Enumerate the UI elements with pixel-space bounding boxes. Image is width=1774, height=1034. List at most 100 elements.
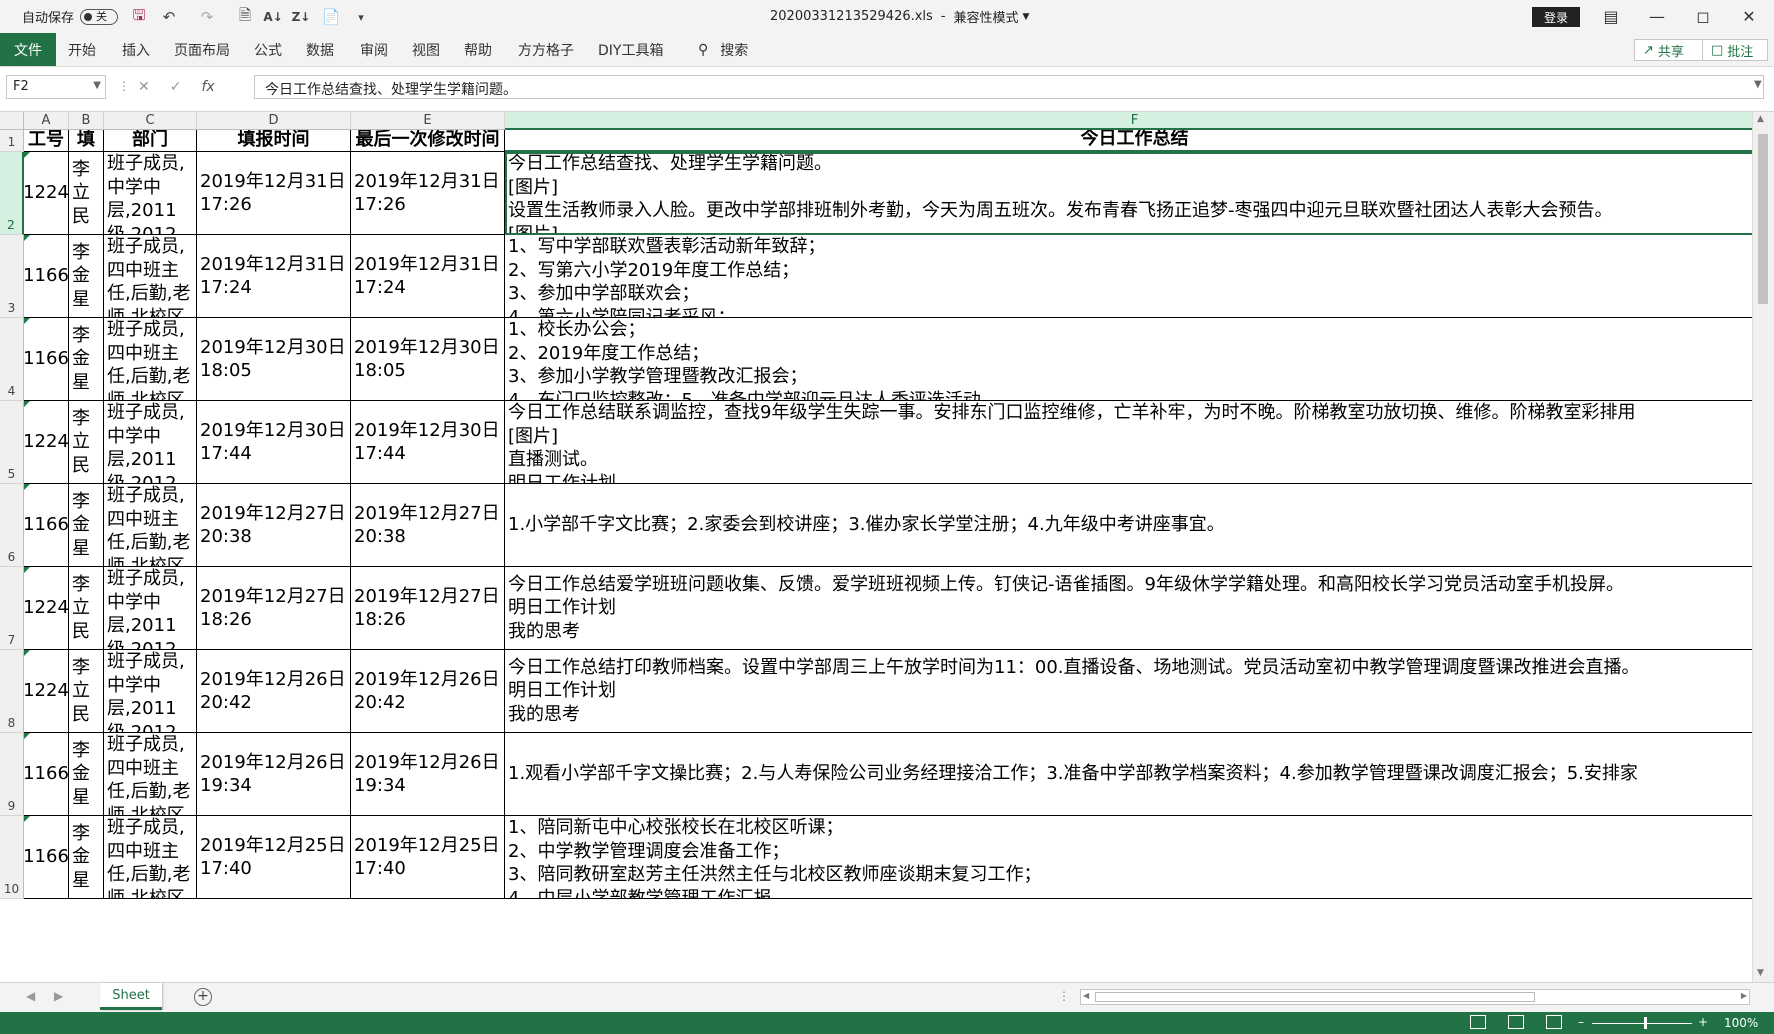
cell-c[interactable]: 班子成员, 四中班主 任,后勤,老 师,北校区: [104, 733, 197, 816]
cell-e[interactable]: 2019年12月31日 17:26: [351, 152, 505, 235]
tab-help[interactable]: 帮助: [464, 33, 492, 66]
scroll-down-icon[interactable]: ▼: [1757, 968, 1764, 978]
cell-a[interactable]: 1224: [24, 567, 69, 650]
cell-f[interactable]: 1、校长办公会； 2、2019年度工作总结； 3、参加小学教学管理暨教改汇报会；…: [505, 318, 1752, 401]
zoom-slider[interactable]: [1592, 1023, 1692, 1024]
worksheet-grid[interactable]: A B C D E F 1 工号填部门 填报时间 最后一次修改时间 今日工作总结 2 1224 李 立 民…: [0, 112, 1752, 982]
customize-icon[interactable]: ▾: [350, 6, 372, 28]
row-header[interactable]: 3: [0, 235, 24, 318]
sheet-tab-active[interactable]: Sheet: [100, 983, 162, 1010]
tab-home[interactable]: 开始: [68, 33, 96, 66]
scroll-up-icon[interactable]: ▲: [1757, 114, 1764, 124]
select-all-corner[interactable]: [0, 112, 24, 130]
cell-e[interactable]: 2019年12月26日 19:34: [351, 733, 505, 816]
cell-b[interactable]: 李 立 民: [69, 567, 104, 650]
row-header[interactable]: 6: [0, 484, 24, 567]
cell-e[interactable]: 2019年12月27日 18:26: [351, 567, 505, 650]
search-box[interactable]: ⚲ 搜索: [698, 33, 748, 66]
name-box[interactable]: F2 ▼: [6, 75, 106, 99]
cell-a[interactable]: 1166: [24, 318, 69, 401]
cell-d[interactable]: 2019年12月30日 17:44: [197, 401, 351, 484]
header-cell-a[interactable]: 工号: [24, 130, 69, 152]
chevron-down-icon[interactable]: ▼: [93, 80, 101, 91]
cell-c[interactable]: 班子成员, 四中班主 任,后勤,老 师,北校区: [104, 318, 197, 401]
cell-c[interactable]: 班子成员, 四中班主 任,后勤,老 师,北校区: [104, 235, 197, 318]
expand-formula-icon[interactable]: ▼: [1754, 79, 1762, 90]
cell-d[interactable]: 2019年12月25日 17:40: [197, 816, 351, 899]
next-sheet-icon[interactable]: ▶: [54, 989, 63, 1003]
cell-d[interactable]: 2019年12月27日 20:38: [197, 484, 351, 567]
cell-c[interactable]: 班子成员, 四中班主 任,后勤,老 师,北校区: [104, 816, 197, 899]
row-header-1[interactable]: 1: [0, 130, 24, 152]
cell-b[interactable]: 李 金 星: [69, 318, 104, 401]
cell-c[interactable]: 班子成员, 中学中 层,2011 级,2012: [104, 152, 197, 235]
column-header-f[interactable]: F: [505, 112, 1752, 130]
row-header[interactable]: 2: [0, 152, 24, 235]
row-header[interactable]: 10: [0, 816, 24, 899]
column-header-d[interactable]: D: [197, 112, 351, 130]
comment-button[interactable]: □ 批注: [1702, 39, 1768, 61]
zoom-level[interactable]: 100%: [1724, 1016, 1758, 1030]
cell-c[interactable]: 班子成员, 中学中 层,2011 级,2012: [104, 401, 197, 484]
cell-f[interactable]: 今日工作总结联系调监控，查找9年级学生失踪一事。安排东门口监控维修，亡羊补牢，为…: [505, 401, 1752, 484]
cell-d[interactable]: 2019年12月31日 17:24: [197, 235, 351, 318]
splitter-icon[interactable]: ⋮: [1058, 989, 1070, 1003]
cell-f[interactable]: 1.观看小学部千字文操比赛；2.与人寿保险公司业务经理接洽工作；3.准备中学部教…: [505, 733, 1752, 816]
cell-b[interactable]: 李 立 民: [69, 152, 104, 235]
login-button[interactable]: 登录: [1532, 7, 1580, 27]
cell-a[interactable]: 1224: [24, 401, 69, 484]
undo-icon[interactable]: ↶: [158, 6, 180, 28]
tab-insert[interactable]: 插入: [122, 33, 150, 66]
tab-data[interactable]: 数据: [306, 33, 334, 66]
row-header[interactable]: 7: [0, 567, 24, 650]
cell-b[interactable]: 李 金 星: [69, 235, 104, 318]
page-break-view-icon[interactable]: [1546, 1015, 1562, 1029]
column-header-b[interactable]: B: [69, 112, 104, 130]
cell-d[interactable]: 2019年12月30日 18:05: [197, 318, 351, 401]
maximize-icon[interactable]: ◻: [1680, 0, 1726, 33]
cell-f[interactable]: 今日工作总结查找、处理学生学籍问题。 [图片] 设置生活教师录入人脸。更改中学部…: [505, 152, 1752, 235]
tab-diy-toolbox[interactable]: DIY工具箱: [598, 33, 663, 66]
cell-f[interactable]: 1、陪同新屯中心校张校长在北校区听课； 2、中学教学管理调度会准备工作； 3、陪…: [505, 816, 1752, 899]
header-cell-c[interactable]: 部门: [104, 130, 197, 152]
cell-e[interactable]: 2019年12月26日 20:42: [351, 650, 505, 733]
cell-d[interactable]: 2019年12月27日 18:26: [197, 567, 351, 650]
page-layout-view-icon[interactable]: [1508, 1015, 1524, 1029]
horizontal-scrollbar[interactable]: ◀ ▶: [1080, 989, 1750, 1005]
tab-formulas[interactable]: 公式: [254, 33, 282, 66]
cell-d[interactable]: 2019年12月26日 19:34: [197, 733, 351, 816]
cell-b[interactable]: 李 金 星: [69, 484, 104, 567]
header-cell-e[interactable]: 最后一次修改时间: [351, 130, 505, 152]
cell-b[interactable]: 李 金 星: [69, 816, 104, 899]
header-cell-b[interactable]: 填: [69, 130, 104, 152]
ribbon-display-icon[interactable]: ▤: [1588, 0, 1634, 33]
cell-d[interactable]: 2019年12月31日 17:26: [197, 152, 351, 235]
cell-e[interactable]: 2019年12月30日 18:05: [351, 318, 505, 401]
tab-file[interactable]: 文件: [0, 33, 56, 66]
function-icon[interactable]: fx: [201, 79, 214, 95]
vertical-scrollbar[interactable]: ▲ ▼: [1752, 112, 1774, 982]
normal-view-icon[interactable]: [1470, 1015, 1486, 1029]
row-header[interactable]: 9: [0, 733, 24, 816]
cell-c[interactable]: 班子成员, 中学中 层,2011 级,2012: [104, 650, 197, 733]
zoom-knob[interactable]: [1644, 1017, 1647, 1029]
close-icon[interactable]: ✕: [1726, 0, 1772, 33]
prev-sheet-icon[interactable]: ◀: [26, 989, 35, 1003]
cell-a[interactable]: 1166: [24, 733, 69, 816]
column-header-a[interactable]: A: [24, 112, 69, 130]
hscroll-thumb[interactable]: [1095, 992, 1535, 1002]
cell-a[interactable]: 1166: [24, 816, 69, 899]
cancel-icon[interactable]: ✕: [138, 79, 150, 95]
row-header[interactable]: 5: [0, 401, 24, 484]
cell-b[interactable]: 李 金 星: [69, 733, 104, 816]
scroll-thumb[interactable]: [1758, 134, 1768, 304]
cell-a[interactable]: 1224: [24, 152, 69, 235]
cell-f[interactable]: 1.小学部千字文比赛；2.家委会到校讲座；3.催办家长学堂注册；4.九年级中考讲…: [505, 484, 1752, 567]
cell-a[interactable]: 1224: [24, 650, 69, 733]
cell-a[interactable]: 1166: [24, 235, 69, 318]
cell-c[interactable]: 班子成员, 中学中 层,2011 级,2012: [104, 567, 197, 650]
cell-d[interactable]: 2019年12月26日 20:42: [197, 650, 351, 733]
share-button[interactable]: ↗ 共享: [1634, 39, 1708, 61]
formula-input[interactable]: 今日工作总结查找、处理学生学籍问题。: [254, 75, 1764, 99]
autosave-control[interactable]: 自动保存 关: [22, 0, 119, 33]
